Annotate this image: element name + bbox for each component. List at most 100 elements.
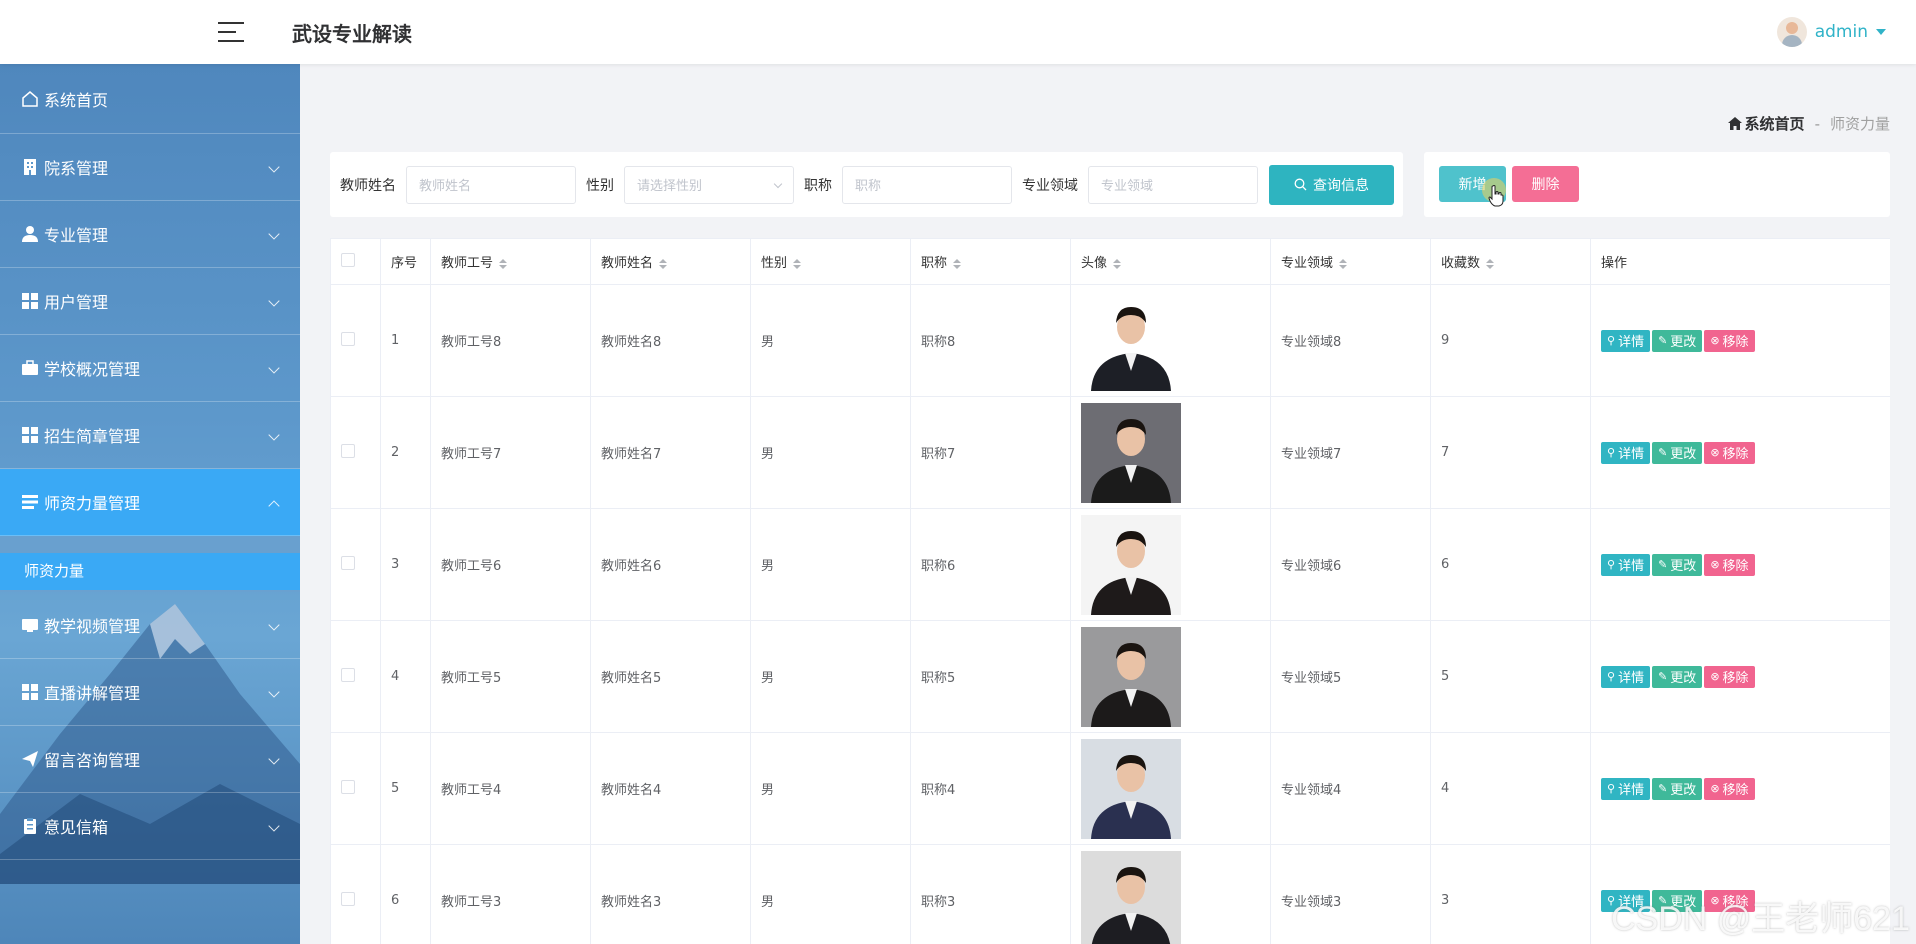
- sort-icon[interactable]: [1486, 258, 1495, 269]
- table-row[interactable]: 1 教师工号8 教师姓名8 男职称8 专业领域8 9 ⚲ 详情 ✎ 更改 ⊗ 移除: [330, 284, 1890, 397]
- sort-icon[interactable]: [659, 258, 668, 269]
- header-gender[interactable]: 性别: [750, 238, 911, 285]
- row-checkbox[interactable]: [341, 779, 355, 794]
- field-placeholder: 专业领域: [1101, 179, 1154, 194]
- header-field[interactable]: 专业领域: [1270, 238, 1431, 285]
- briefcase-icon: [20, 358, 40, 378]
- submenu-item-teachers[interactable]: 师资力量: [0, 553, 300, 590]
- row-checkbox[interactable]: [341, 443, 355, 458]
- cell-gender: 男: [750, 284, 911, 397]
- remove-button[interactable]: ⊗ 移除: [1704, 329, 1755, 352]
- breadcrumb-home-label: 系统首页: [1744, 115, 1805, 133]
- header-teacher-id[interactable]: 教师工号: [430, 238, 591, 285]
- table-row[interactable]: 3 教师工号6 教师姓名6 男职称6 专业领域6 6 ⚲ 详情 ✎ 更改 ⊗ 移除: [330, 508, 1890, 621]
- sidebar-item-0[interactable]: 系统首页: [0, 64, 300, 134]
- sort-icon[interactable]: [793, 258, 802, 269]
- sidebar-item-7[interactable]: 教学视频管理: [0, 592, 300, 659]
- sidebar-item-2[interactable]: 专业管理: [0, 201, 300, 268]
- cell-teacher-name: 教师姓名4: [590, 732, 751, 845]
- cell-field: 专业领域6: [1270, 508, 1431, 621]
- detail-button[interactable]: ⚲ 详情: [1601, 665, 1651, 688]
- sidebar-item-9[interactable]: 留言咨询管理: [0, 726, 300, 793]
- table-row[interactable]: 4 教师工号5 教师姓名5 男职称5 专业领域5 5 ⚲ 详情 ✎ 更改 ⊗ 移除: [330, 620, 1890, 733]
- sidebar-item-4[interactable]: 学校概况管理: [0, 335, 300, 402]
- header-avatar[interactable]: 头像: [1070, 238, 1271, 285]
- row-select-cell: [330, 844, 381, 944]
- user-menu[interactable]: admin: [1776, 14, 1886, 50]
- sidebar-item-label: 用户管理: [44, 293, 109, 312]
- cell-gender: 男: [750, 732, 911, 845]
- cell-index: 6: [380, 844, 431, 944]
- field-input[interactable]: 专业领域: [1088, 165, 1258, 204]
- remove-button[interactable]: ⊗ 移除: [1704, 441, 1755, 464]
- title-input[interactable]: 职称: [842, 165, 1012, 204]
- remove-button[interactable]: ⊗ 移除: [1704, 665, 1755, 688]
- table-row[interactable]: 2 教师工号7 教师姓名7 男职称7 专业领域7 7 ⚲ 详情 ✎ 更改 ⊗ 移除: [330, 396, 1890, 509]
- sort-icon[interactable]: [953, 258, 962, 269]
- row-select-cell: [330, 508, 381, 621]
- row-checkbox[interactable]: [341, 555, 355, 570]
- cell-title: 职称5: [910, 620, 1071, 733]
- cell-avatar: [1070, 284, 1271, 397]
- remove-button[interactable]: ⊗ 移除: [1704, 777, 1755, 800]
- cell-teacher-name: 教师姓名5: [590, 620, 751, 733]
- select-all-checkbox[interactable]: [341, 252, 355, 267]
- detail-button[interactable]: ⚲ 详情: [1601, 329, 1651, 352]
- menu-toggle-icon[interactable]: [218, 20, 246, 44]
- query-button[interactable]: 查询信息: [1269, 164, 1394, 205]
- edit-button[interactable]: ✎ 更改: [1652, 441, 1703, 464]
- sidebar-item-label: 师资力量管理: [44, 494, 141, 513]
- grid-icon: [20, 682, 40, 702]
- row-checkbox[interactable]: [341, 891, 355, 906]
- gender-select[interactable]: 请选择性别: [624, 165, 794, 204]
- breadcrumb-home[interactable]: 系统首页: [1727, 113, 1805, 134]
- cell-field: 专业领域7: [1270, 396, 1431, 509]
- detail-button[interactable]: ⚲ 详情: [1601, 553, 1651, 576]
- remove-label: 移除: [1722, 559, 1749, 574]
- detail-button[interactable]: ⚲ 详情: [1601, 441, 1651, 464]
- search-icon: ⚲: [1607, 670, 1616, 683]
- sidebar-item-3[interactable]: 用户管理: [0, 268, 300, 335]
- building-icon: [20, 157, 40, 177]
- table-row[interactable]: 5 教师工号4 教师姓名4 男职称4 专业领域4 4 ⚲ 详情 ✎ 更改 ⊗ 移除: [330, 732, 1890, 845]
- cell-teacher-id: 教师工号6: [430, 508, 591, 621]
- edit-button[interactable]: ✎ 更改: [1652, 777, 1703, 800]
- cell-index: 5: [380, 732, 431, 845]
- cell-favorites: 3: [1430, 844, 1591, 944]
- cell-index: 2: [380, 396, 431, 509]
- header-favorites[interactable]: 收藏数: [1430, 238, 1591, 285]
- edit-button[interactable]: ✎ 更改: [1652, 329, 1703, 352]
- cell-gender: 男: [750, 396, 911, 509]
- chevron-down-icon: [773, 179, 783, 188]
- sidebar-item-10[interactable]: 意见信箱: [0, 793, 300, 860]
- row-checkbox[interactable]: [341, 331, 355, 346]
- delete-button[interactable]: 删除: [1512, 166, 1579, 202]
- edit-button[interactable]: ✎ 更改: [1652, 553, 1703, 576]
- cell-teacher-id: 教师工号8: [430, 284, 591, 397]
- chevron-down-icon: [268, 362, 280, 374]
- cell-favorites: 9: [1430, 284, 1591, 397]
- sidebar-item-1[interactable]: 院系管理: [0, 134, 300, 201]
- teacher-name-placeholder: 教师姓名: [419, 179, 472, 194]
- sort-icon[interactable]: [1339, 258, 1348, 269]
- sidebar-item-6[interactable]: 师资力量管理: [0, 469, 300, 536]
- header-title[interactable]: 职称: [910, 238, 1071, 285]
- teacher-photo: [1081, 738, 1181, 839]
- sidebar-item-label: 直播讲解管理: [44, 684, 141, 703]
- detail-button[interactable]: ⚲ 详情: [1601, 777, 1651, 800]
- sidebar-item-label: 学校概况管理: [44, 360, 141, 379]
- sort-icon[interactable]: [1113, 258, 1122, 269]
- chevron-up-icon: [268, 500, 280, 512]
- cell-favorites: 7: [1430, 396, 1591, 509]
- remove-button[interactable]: ⊗ 移除: [1704, 553, 1755, 576]
- header-teacher-name[interactable]: 教师姓名: [590, 238, 751, 285]
- teacher-name-input[interactable]: 教师姓名: [406, 165, 576, 204]
- remove-label: 移除: [1722, 783, 1749, 798]
- edit-button[interactable]: ✎ 更改: [1652, 665, 1703, 688]
- sidebar-item-5[interactable]: 招生简章管理: [0, 402, 300, 469]
- list-icon: [20, 492, 40, 512]
- sort-icon[interactable]: [499, 258, 508, 269]
- row-checkbox[interactable]: [341, 667, 355, 682]
- edit-icon: ✎: [1658, 670, 1668, 683]
- sidebar-item-8[interactable]: 直播讲解管理: [0, 659, 300, 726]
